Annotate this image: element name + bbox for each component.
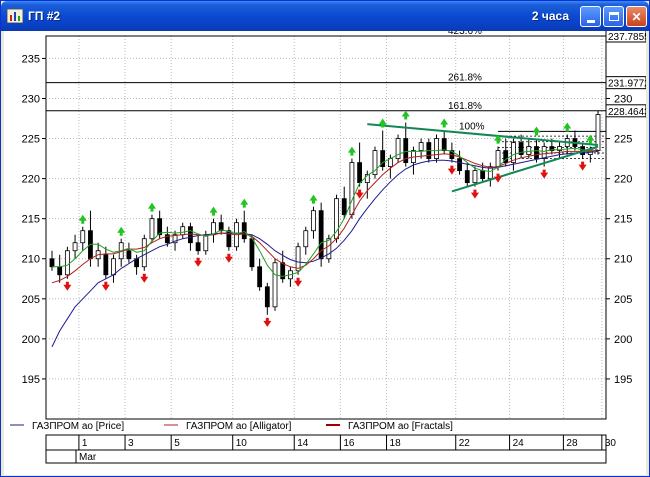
candle-body: [480, 170, 486, 180]
candle-body: [464, 170, 470, 184]
left-axis-label: 220: [22, 174, 40, 186]
candle-body: [188, 226, 193, 244]
legend: ГАЗПРОМ ао [Price] ГАЗПРОМ ао [Alligator…: [10, 421, 453, 432]
candle-body: [441, 138, 447, 151]
candle-body: [180, 226, 186, 236]
title-bar[interactable]: ГП #2 2 часа ✕: [1, 1, 649, 31]
left-axis-label: 225: [22, 134, 40, 146]
right-axis-label: 215: [614, 214, 632, 226]
candle-body: [126, 250, 132, 260]
candle-body: [111, 258, 116, 276]
candle-body: [418, 142, 424, 151]
candle-body: [341, 198, 347, 216]
candle-body: [249, 238, 255, 268]
chart-window: ГП #2 2 часа ✕ 423.6% 261.8% 161.8% 100% 237…: [0, 0, 650, 477]
candle-body: [203, 234, 209, 252]
legend-item-fractals: ГАЗПРОМ ао [Fractals]: [348, 421, 453, 432]
right-axis-label: 205: [614, 294, 632, 306]
candle-body: [264, 286, 270, 308]
minimize-icon: [586, 19, 595, 23]
candle-body: [303, 230, 309, 248]
fib-level-label: 261.8%: [448, 73, 482, 84]
candle-body: [295, 246, 301, 272]
candle-body: [349, 162, 355, 216]
candle-body: [357, 162, 363, 184]
left-axis-label: 230: [22, 93, 40, 105]
left-price-axis: 235 230 225 220 215 210 205 200 195: [22, 53, 46, 386]
time-axis-label: 3: [128, 438, 134, 449]
left-axis-label: 235: [22, 53, 40, 65]
candle-body: [80, 230, 86, 244]
price-tag-label: 237.7855: [608, 32, 646, 43]
candle-body: [57, 266, 63, 276]
right-axis-label: 200: [614, 334, 632, 346]
right-axis-label: 210: [614, 254, 632, 266]
candle-body: [103, 254, 109, 276]
candle-body: [457, 158, 462, 172]
plot-area[interactable]: [45, 35, 607, 420]
candle-body: [541, 146, 547, 159]
candle-body: [534, 146, 539, 159]
window-title: ГП #2: [28, 9, 61, 23]
candle-body: [149, 218, 155, 240]
time-axis-label: 5: [174, 438, 180, 449]
candle-body: [241, 222, 247, 240]
candle-body: [195, 242, 201, 252]
fib-level-label: 100%: [459, 121, 485, 132]
left-axis-label: 210: [22, 254, 40, 266]
right-axis-label: 220: [614, 174, 632, 186]
price-tag-label: 231.9772: [608, 79, 646, 90]
candle-body: [157, 218, 163, 236]
time-axis-label: 16: [343, 438, 355, 449]
left-axis-label: 205: [22, 294, 40, 306]
candle-body: [49, 258, 55, 268]
time-axis-label: 24: [513, 438, 525, 449]
close-button[interactable]: ✕: [626, 6, 647, 27]
time-axis-label: 1: [82, 438, 88, 449]
candle-body: [141, 238, 147, 268]
left-axis-label: 215: [22, 214, 40, 226]
price-chart[interactable]: 423.6% 261.8% 161.8% 100% 237.7855 231.9772 22…: [4, 31, 646, 475]
left-axis-label: 200: [22, 334, 40, 346]
candle-body: [257, 266, 263, 288]
maximize-icon: [608, 12, 619, 21]
fib-level-label: 423.6%: [448, 31, 482, 37]
legend-item-alligator: ГАЗПРОМ ао [Alligator]: [186, 421, 292, 432]
candle-body: [311, 210, 316, 232]
maximize-button[interactable]: [603, 6, 624, 27]
candle-body: [472, 170, 478, 184]
right-price-axis: 230 225 220 215 210 205 200 195: [606, 93, 632, 386]
time-axis-label: 28: [566, 438, 578, 449]
price-tag-label: 228.4643: [608, 107, 646, 118]
candle-body: [326, 238, 332, 260]
fib-level-label: 161.8%: [448, 101, 482, 112]
time-axis-label: 22: [459, 438, 471, 449]
time-axis-label: 14: [297, 438, 309, 449]
right-axis-label: 195: [614, 374, 632, 386]
time-axis-month-row: [45, 449, 607, 464]
candle-body: [434, 138, 439, 159]
candle-body: [272, 262, 278, 308]
candle-body: [526, 146, 532, 155]
time-axis-label: 18: [390, 438, 402, 449]
minimize-button[interactable]: [580, 6, 601, 27]
time-axis-label: 30: [605, 438, 617, 449]
candle-body: [64, 250, 70, 276]
candle-body: [495, 150, 501, 168]
time-axis-label: 10: [236, 438, 248, 449]
right-axis-label: 225: [614, 134, 632, 146]
candle-body: [72, 242, 78, 252]
close-icon: ✕: [631, 9, 642, 24]
right-axis-label: 230: [614, 93, 632, 105]
left-axis-label: 195: [22, 374, 40, 386]
chart-client-area: 423.6% 261.8% 161.8% 100% 237.7855 231.9772 22…: [4, 31, 646, 475]
time-axis: Mar 1 3 5 10 14 16 18 22 24 28 30: [45, 434, 617, 464]
month-label: Mar: [79, 452, 97, 463]
legend-item-price: ГАЗПРОМ ао [Price]: [32, 421, 124, 432]
timeframe-label: 2 часа: [531, 9, 569, 23]
chart-app-icon: [7, 9, 23, 23]
